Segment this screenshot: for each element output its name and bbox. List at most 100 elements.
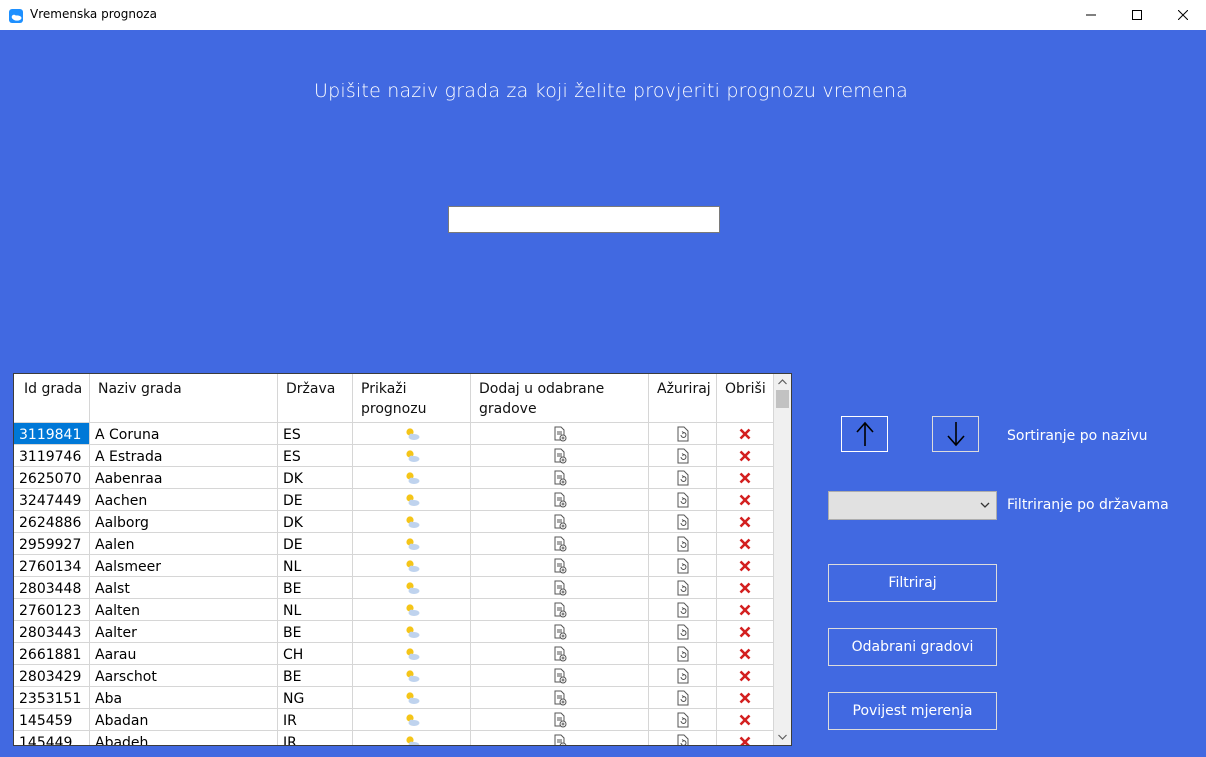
table-row[interactable]: 2803448 Aalst BE [14, 577, 774, 599]
show-forecast-button[interactable] [353, 489, 471, 511]
show-forecast-button[interactable] [353, 731, 471, 745]
close-button[interactable] [1160, 0, 1206, 30]
update-button[interactable] [649, 621, 717, 643]
cell-country[interactable]: NL [278, 555, 353, 577]
cell-id[interactable]: 3119746 [14, 445, 90, 467]
update-button[interactable] [649, 445, 717, 467]
add-to-selected-button[interactable] [471, 665, 649, 687]
add-to-selected-button[interactable] [471, 731, 649, 745]
delete-button[interactable] [717, 489, 774, 511]
cell-city-name[interactable]: Aarau [90, 643, 278, 665]
update-button[interactable] [649, 467, 717, 489]
cell-country[interactable]: IR [278, 731, 353, 745]
show-forecast-button[interactable] [353, 555, 471, 577]
cell-id[interactable]: 2760123 [14, 599, 90, 621]
update-button[interactable] [649, 731, 717, 745]
cell-city-name[interactable]: Aalborg [90, 511, 278, 533]
delete-button[interactable] [717, 423, 774, 445]
cell-country[interactable]: CH [278, 643, 353, 665]
sort-descending-button[interactable] [932, 416, 979, 452]
cell-country[interactable]: ES [278, 423, 353, 445]
header-delete[interactable]: Obriši [717, 374, 774, 423]
delete-button[interactable] [717, 533, 774, 555]
cell-id[interactable]: 2760134 [14, 555, 90, 577]
delete-button[interactable] [717, 621, 774, 643]
cell-country[interactable]: IR [278, 709, 353, 731]
cell-city-name[interactable]: Abadeh [90, 731, 278, 745]
show-forecast-button[interactable] [353, 599, 471, 621]
scroll-down-arrow[interactable] [774, 729, 791, 745]
filter-button[interactable]: Filtriraj [828, 564, 997, 602]
delete-button[interactable] [717, 511, 774, 533]
delete-button[interactable] [717, 643, 774, 665]
add-to-selected-button[interactable] [471, 423, 649, 445]
update-button[interactable] [649, 555, 717, 577]
show-forecast-button[interactable] [353, 533, 471, 555]
show-forecast-button[interactable] [353, 577, 471, 599]
update-button[interactable] [649, 643, 717, 665]
table-row[interactable]: 2625070 Aabenraa DK [14, 467, 774, 489]
table-row[interactable]: 2760123 Aalten NL [14, 599, 774, 621]
table-row[interactable]: 2624886 Aalborg DK [14, 511, 774, 533]
update-button[interactable] [649, 577, 717, 599]
grid-scrollbar[interactable] [774, 374, 791, 745]
table-row[interactable]: 2959927 Aalen DE [14, 533, 774, 555]
table-row[interactable]: 145449 Abadeh IR [14, 731, 774, 745]
update-button[interactable] [649, 687, 717, 709]
delete-button[interactable] [717, 445, 774, 467]
sort-ascending-button[interactable] [841, 416, 888, 452]
show-forecast-button[interactable] [353, 643, 471, 665]
update-button[interactable] [649, 489, 717, 511]
table-row[interactable]: 2760134 Aalsmeer NL [14, 555, 774, 577]
measurement-history-button[interactable]: Povijest mjerenja [828, 692, 997, 730]
add-to-selected-button[interactable] [471, 511, 649, 533]
minimize-button[interactable] [1068, 0, 1114, 30]
cell-id[interactable]: 145459 [14, 709, 90, 731]
cell-id[interactable]: 2353151 [14, 687, 90, 709]
add-to-selected-button[interactable] [471, 687, 649, 709]
cell-id[interactable]: 145449 [14, 731, 90, 745]
show-forecast-button[interactable] [353, 467, 471, 489]
header-id[interactable]: Id grada [14, 374, 90, 423]
delete-button[interactable] [717, 555, 774, 577]
cell-country[interactable]: BE [278, 665, 353, 687]
update-button[interactable] [649, 423, 717, 445]
cell-city-name[interactable]: Aalter [90, 621, 278, 643]
add-to-selected-button[interactable] [471, 709, 649, 731]
delete-button[interactable] [717, 467, 774, 489]
cell-country[interactable]: BE [278, 621, 353, 643]
delete-button[interactable] [717, 709, 774, 731]
add-to-selected-button[interactable] [471, 445, 649, 467]
add-to-selected-button[interactable] [471, 489, 649, 511]
cell-country[interactable]: BE [278, 577, 353, 599]
cell-country[interactable]: DK [278, 467, 353, 489]
cell-id[interactable]: 2661881 [14, 643, 90, 665]
cell-id[interactable]: 2803429 [14, 665, 90, 687]
delete-button[interactable] [717, 599, 774, 621]
add-to-selected-button[interactable] [471, 555, 649, 577]
delete-button[interactable] [717, 687, 774, 709]
delete-button[interactable] [717, 731, 774, 745]
cell-id[interactable]: 2625070 [14, 467, 90, 489]
table-row[interactable]: 3119746 A Estrada ES [14, 445, 774, 467]
cell-city-name[interactable]: Aalsmeer [90, 555, 278, 577]
cell-country[interactable]: NL [278, 599, 353, 621]
cell-id[interactable]: 3247449 [14, 489, 90, 511]
show-forecast-button[interactable] [353, 511, 471, 533]
selected-cities-button[interactable]: Odabrani gradovi [828, 628, 997, 666]
add-to-selected-button[interactable] [471, 533, 649, 555]
scroll-up-arrow[interactable] [774, 374, 791, 390]
cell-city-name[interactable]: Aalten [90, 599, 278, 621]
cell-id[interactable]: 2959927 [14, 533, 90, 555]
delete-button[interactable] [717, 665, 774, 687]
cell-city-name[interactable]: Aachen [90, 489, 278, 511]
header-country[interactable]: Država [278, 374, 353, 423]
cell-city-name[interactable]: Aba [90, 687, 278, 709]
show-forecast-button[interactable] [353, 621, 471, 643]
update-button[interactable] [649, 511, 717, 533]
cell-id[interactable]: 2803448 [14, 577, 90, 599]
cell-country[interactable]: NG [278, 687, 353, 709]
cell-country[interactable]: DE [278, 533, 353, 555]
table-row[interactable]: 2803429 Aarschot BE [14, 665, 774, 687]
delete-button[interactable] [717, 577, 774, 599]
